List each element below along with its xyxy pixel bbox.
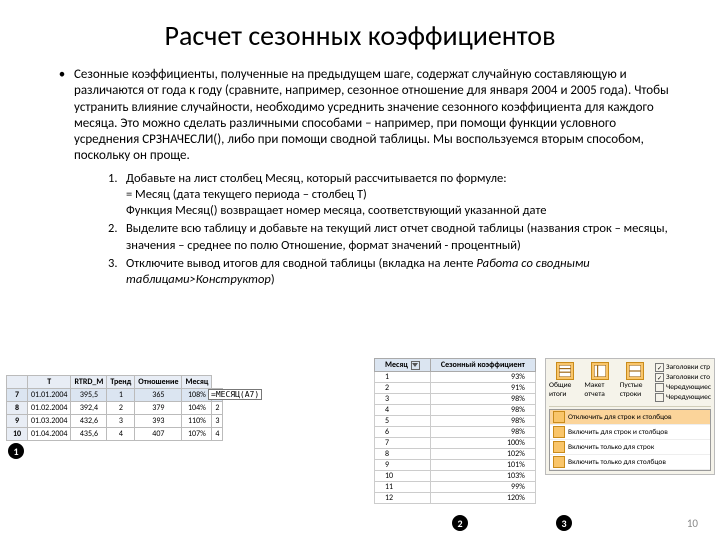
step-num: 3.	[108, 256, 126, 289]
step-1: Добавьте на лист столбец Месяц, который …	[126, 171, 546, 220]
table-row: 9101%	[375, 460, 536, 471]
table-row: 9 01.03.2004432,6 3393 110%3	[7, 415, 223, 428]
table-icon	[553, 411, 565, 423]
slide-title: Расчет сезонных коэффициентов	[50, 18, 670, 53]
table-row: 1199%	[375, 482, 536, 493]
table-row: 12120%	[375, 493, 536, 504]
table-icon	[553, 441, 565, 453]
pivot-screenshot: Месяц Сезонный коэффициент 193% 291% 398…	[374, 358, 536, 504]
checkbox-banded-cols[interactable]: Чередующиес	[655, 393, 711, 402]
data-table: TRTRD_M ТрендОтношение Месяц 7 01.01.200…	[6, 375, 223, 441]
menu-item-on[interactable]: Включить для строк и столбцов	[550, 425, 710, 440]
callout-bubble-2: 2	[452, 515, 468, 531]
body-paragraph: • Сезонные коэффициенты, полученные на п…	[50, 67, 670, 165]
dropdown-icon	[411, 361, 420, 370]
pivot-header-coef: Сезонный коэффициент	[430, 359, 535, 372]
table-screenshot-1: TRTRD_M ТрендОтношение Месяц 7 01.01.200…	[6, 375, 223, 441]
table-icon	[553, 426, 565, 438]
table-row: 698%	[375, 427, 536, 438]
menu-item-cols[interactable]: Включить только для столбцов	[550, 455, 710, 470]
table-row: 7100%	[375, 438, 536, 449]
pivot-header-month: Месяц	[375, 359, 431, 372]
step-3: Отключите вывод итогов для сводной табли…	[126, 256, 670, 289]
checkbox-row-headers[interactable]: ✓Заголовки стр	[655, 363, 711, 372]
step-list: 1. Добавьте на лист столбец Месяц, котор…	[108, 171, 670, 289]
table-row: 398%	[375, 394, 536, 405]
formula-tooltip: =МЕСЯЦ(A7)	[208, 389, 262, 400]
step-num: 1.	[108, 171, 126, 220]
rows-icon	[626, 362, 644, 380]
report-layout-button[interactable]: Макет отчета	[584, 362, 615, 399]
totals-dropdown-menu: Отключить для строк и столбцов Включить …	[549, 409, 711, 471]
table-icon	[553, 456, 565, 468]
callout-bubble-3: 3	[556, 515, 572, 531]
table-row: 10103%	[375, 471, 536, 482]
checkbox-col-headers[interactable]: ✓Заголовки сто	[655, 373, 711, 382]
bullet-dot: •	[50, 67, 74, 165]
menu-item-rows[interactable]: Включить только для строк	[550, 440, 710, 455]
ribbon-screenshot: Общие итоги Макет отчета Пустые строки ✓…	[545, 358, 715, 475]
blank-rows-button[interactable]: Пустые строки	[620, 362, 651, 399]
table-row: 291%	[375, 383, 536, 394]
grand-totals-button[interactable]: Общие итоги	[549, 362, 580, 399]
table-row: 193%	[375, 372, 536, 383]
pivot-table: Месяц Сезонный коэффициент 193% 291% 398…	[374, 358, 536, 504]
page-number: 10	[687, 517, 698, 530]
paragraph-text: Сезонные коэффициенты, полученные на пре…	[74, 67, 670, 165]
table-row: 498%	[375, 405, 536, 416]
step-2: Выделите всю таблицу и добавьте на текущ…	[126, 221, 670, 254]
checkbox-banded-rows[interactable]: Чередующиес	[655, 383, 711, 392]
callout-bubble-1: 1	[8, 443, 24, 459]
step-num: 2.	[108, 221, 126, 254]
table-row: 7 01.01.2004395,5 1365 108%	[7, 389, 223, 402]
table-icon	[556, 362, 574, 380]
table-row: 598%	[375, 416, 536, 427]
table-row: 8102%	[375, 449, 536, 460]
table-row: 8 01.02.2004392,4 2379 104%2	[7, 402, 223, 415]
menu-item-off[interactable]: Отключить для строк и столбцов	[550, 410, 710, 425]
table-row: 10 01.04.2004435,6 4407 107%4	[7, 428, 223, 441]
layout-icon	[591, 362, 609, 380]
